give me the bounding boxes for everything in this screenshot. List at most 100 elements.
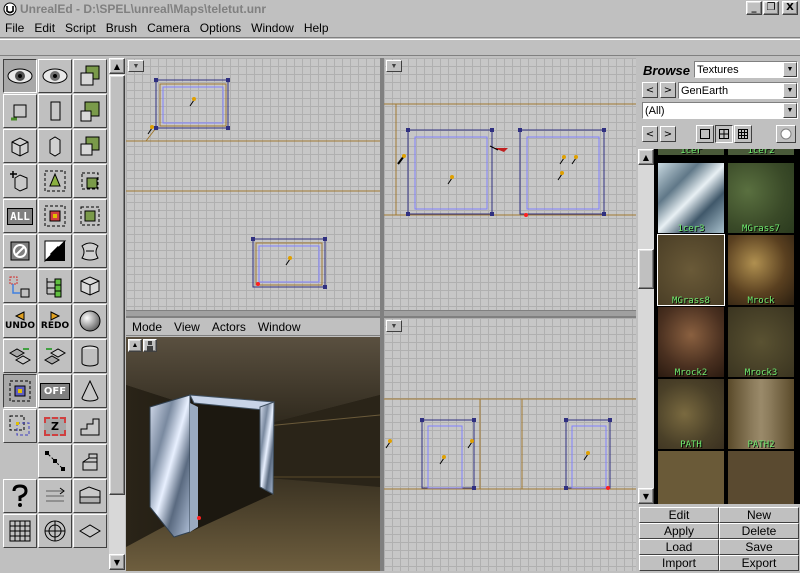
vertex-snap-icon[interactable] <box>38 444 72 478</box>
grid-snap-icon[interactable] <box>3 374 37 408</box>
texture-scrollbar[interactable]: ▲ ▼ <box>638 149 654 504</box>
menu-camera[interactable]: Camera <box>142 21 195 35</box>
help-icon[interactable] <box>3 479 37 513</box>
scroll-up-icon[interactable]: ▲ <box>638 149 654 165</box>
brush-spiral-stairs-icon[interactable] <box>73 444 107 478</box>
merge-polys-icon[interactable] <box>73 234 107 268</box>
texture-tile[interactable]: Mrock2 <box>658 307 724 378</box>
menu-brush[interactable]: Brush <box>101 21 142 35</box>
viewport-actor-icon[interactable] <box>143 339 157 352</box>
grid-icon[interactable] <box>3 514 37 548</box>
texture-tile[interactable]: PATH2 <box>728 379 794 450</box>
select-in-brush-icon[interactable] <box>38 199 72 233</box>
brush-sheet-icon[interactable] <box>73 514 107 548</box>
show-selected-icon[interactable] <box>38 339 72 373</box>
brush-stairs-icon[interactable] <box>73 409 107 443</box>
menu-window[interactable]: Window <box>246 21 299 35</box>
scroll-down-icon[interactable]: ▼ <box>638 488 654 504</box>
prev-package-icon[interactable]: < <box>642 82 658 98</box>
scroll-down-icon[interactable]: ▼ <box>109 554 125 570</box>
view-small-icon[interactable] <box>734 125 752 143</box>
texture-tile[interactable]: 1cer2 <box>728 149 794 156</box>
add-brush-icon[interactable] <box>3 269 37 303</box>
side-viewport[interactable]: ▼ <box>384 58 636 316</box>
brush-box-icon[interactable] <box>38 129 72 163</box>
brush-cube-builder-icon[interactable] <box>73 269 107 303</box>
delete-button[interactable]: Delete <box>719 523 799 539</box>
rotate-grid-icon[interactable] <box>38 514 72 548</box>
brush-scale-icon[interactable] <box>38 94 72 128</box>
minimize-button[interactable]: _ <box>746 1 762 15</box>
texture-tile[interactable]: 1cer3 <box>658 163 724 234</box>
perspective-viewport[interactable]: Mode View Actors Window ▲ <box>126 318 380 571</box>
scroll-up-icon[interactable]: ▲ <box>109 58 125 74</box>
brush-cube-icon[interactable] <box>3 129 37 163</box>
viewport-menu-button[interactable]: ▼ <box>386 320 402 332</box>
menu-script[interactable]: Script <box>60 21 101 35</box>
scroll-thumb[interactable] <box>638 249 654 289</box>
zoom-z-button[interactable]: Z <box>38 409 72 443</box>
brush-clip-icon[interactable] <box>73 59 107 93</box>
menu-options[interactable]: Options <box>195 21 246 35</box>
redo-button[interactable]: REDO <box>38 304 72 338</box>
front-viewport[interactable]: ▼ <box>384 318 636 571</box>
texture-tile[interactable]: Mrock <box>728 235 794 306</box>
browse-type-select[interactable]: Textures ▼ <box>694 61 798 78</box>
camera-move-icon[interactable] <box>3 59 37 93</box>
align-brush-icon[interactable] <box>38 479 72 513</box>
texture-tile[interactable]: 1cer <box>658 149 724 156</box>
brush-rotate-icon[interactable] <box>3 94 37 128</box>
realtime-off-button[interactable]: OFF <box>38 374 72 408</box>
close-button[interactable]: X <box>782 1 798 15</box>
brush-cylinder-icon[interactable] <box>73 339 107 373</box>
view-medium-icon[interactable] <box>715 125 733 143</box>
brush-curved-stairs-icon[interactable] <box>73 479 107 513</box>
menu-view[interactable]: View <box>168 320 206 334</box>
import-button[interactable]: Import <box>639 555 719 571</box>
next-package-icon[interactable]: > <box>660 82 676 98</box>
brush-warp-icon[interactable] <box>38 164 72 198</box>
brush-intersect-icon[interactable] <box>73 199 107 233</box>
package-select[interactable]: GenEarth ▼ <box>678 82 798 99</box>
viewport-scrollbar[interactable] <box>126 310 380 316</box>
texture-tile[interactable] <box>658 451 724 504</box>
brush-sphere-icon[interactable] <box>73 304 107 338</box>
vertex-edit-icon[interactable] <box>3 164 37 198</box>
restore-button[interactable]: ❐ <box>763 1 779 15</box>
texture-properties-icon[interactable] <box>776 125 796 143</box>
menu-mode[interactable]: Mode <box>126 320 168 334</box>
subtract-brush-icon[interactable] <box>38 269 72 303</box>
brush-shear-icon[interactable] <box>73 164 107 198</box>
export-button[interactable]: Export <box>719 555 799 571</box>
menu-actors[interactable]: Actors <box>206 320 252 334</box>
save-button[interactable]: Save <box>719 539 799 555</box>
menu-window[interactable]: Window <box>252 320 307 334</box>
viewport-menu-button[interactable]: ▲ <box>128 339 142 352</box>
group-select[interactable]: (All) ▼ <box>642 102 798 119</box>
next-texture-icon[interactable]: > <box>660 126 676 142</box>
top-viewport[interactable]: ▼ <box>126 58 380 316</box>
apply-button[interactable]: Apply <box>639 523 719 539</box>
texture-tile[interactable]: MGrass7 <box>728 163 794 234</box>
select-brush-polys-icon[interactable] <box>3 409 37 443</box>
viewport-menu-button[interactable]: ▼ <box>128 60 144 72</box>
texture-tile[interactable]: PATH <box>658 379 724 450</box>
hide-selected-icon[interactable] <box>3 339 37 373</box>
brush-stretch-icon[interactable] <box>73 94 107 128</box>
texture-tile[interactable] <box>728 451 794 504</box>
scroll-thumb[interactable] <box>109 75 125 495</box>
undo-button[interactable]: UNDO <box>3 304 37 338</box>
brush-cone-icon[interactable] <box>73 374 107 408</box>
load-button[interactable]: Load <box>639 539 719 555</box>
menu-file[interactable]: File <box>0 21 29 35</box>
prev-texture-icon[interactable]: < <box>642 126 658 142</box>
camera-zoom-icon[interactable] <box>38 59 72 93</box>
deintersect-icon[interactable] <box>3 234 37 268</box>
mirror-brush-icon[interactable] <box>38 234 72 268</box>
texture-tile[interactable]: Mrock3 <box>728 307 794 378</box>
new-button[interactable]: New <box>719 507 799 523</box>
view-large-icon[interactable] <box>696 125 714 143</box>
rendered-scene[interactable]: ▲ <box>126 337 380 571</box>
viewport-scrollbar[interactable] <box>384 310 636 316</box>
menu-help[interactable]: Help <box>299 21 334 35</box>
